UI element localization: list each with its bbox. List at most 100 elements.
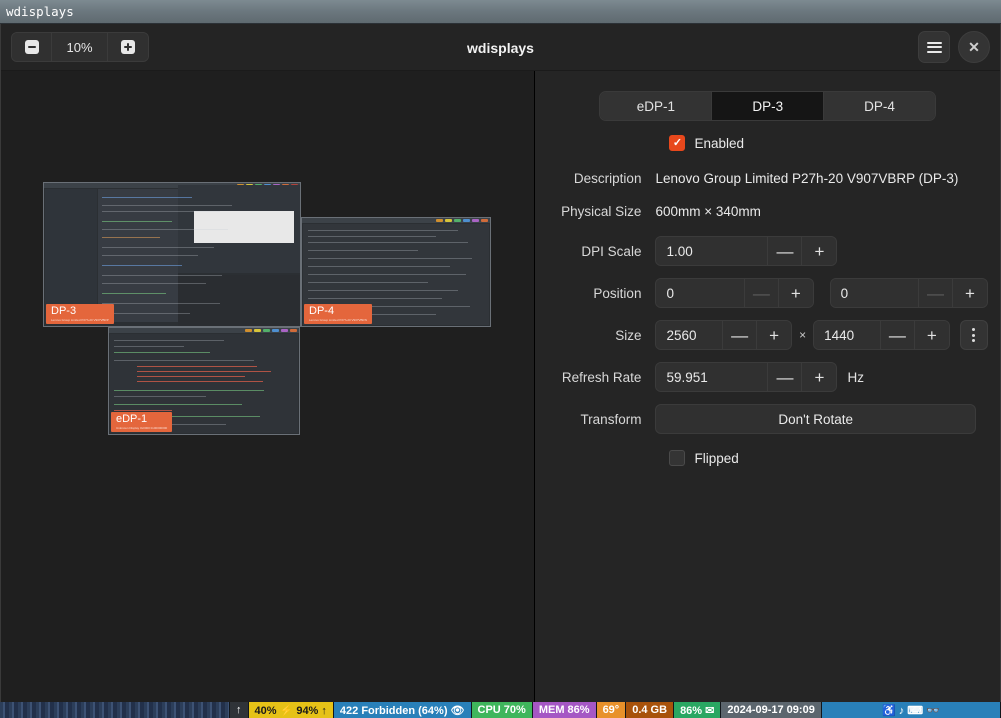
wm-titlebar[interactable]: wdisplays <box>0 0 1001 24</box>
position-y-spinner: 0 — + <box>829 278 988 308</box>
wm-title-text: wdisplays <box>6 4 74 19</box>
enabled-label: Enabled <box>694 135 744 151</box>
hamburger-icon <box>926 41 942 53</box>
refresh-rate-spinner: 59.951 — + <box>655 362 838 392</box>
size-height-spinner: 1440 — + <box>813 320 950 350</box>
size-width-increment-button[interactable]: + <box>757 321 792 349</box>
thumb-editor-sidebar <box>45 189 97 322</box>
check-icon: ✓ <box>672 136 683 149</box>
position-x-input[interactable]: 0 <box>656 279 745 307</box>
plus-circle-icon <box>121 40 135 54</box>
screen-thumb-edp-1[interactable]: eDP-1 Unknown Display 0x0000 0x00000000 <box>108 327 300 435</box>
description-label: Description <box>573 171 642 186</box>
dpi-scale-spinner: 1.00 — + <box>655 236 838 266</box>
taskbar-segment-battery[interactable]: 40% ⚡ 94% ↑ <box>248 702 334 718</box>
transform-row: Transform Don't Rotate <box>547 404 988 434</box>
close-button[interactable]: ✕ <box>958 31 990 63</box>
taskbar-segment-arrow[interactable]: ↑ <box>230 702 249 718</box>
dot <box>972 328 976 331</box>
dot <box>972 339 976 342</box>
position-y-input[interactable]: 0 <box>830 279 919 307</box>
position-y-increment-button[interactable]: + <box>953 279 987 307</box>
dpi-scale-increment-button[interactable]: + <box>802 237 837 265</box>
minus-circle-icon <box>24 40 39 54</box>
header-bar: 10% wdisplays ✕ <box>1 24 1000 71</box>
taskbar-segment-cpu[interactable]: CPU 70% <box>471 702 533 718</box>
size-separator: × <box>799 328 807 342</box>
size-height-increment-button[interactable]: + <box>914 321 949 349</box>
wallpaper-strip <box>0 702 230 718</box>
dot <box>972 333 976 337</box>
zoom-in-button[interactable] <box>108 33 148 61</box>
header-actions: ✕ <box>918 31 990 63</box>
refresh-rate-row: Refresh Rate 59.951 — + Hz <box>547 362 988 392</box>
thumb-titlebar <box>109 328 299 333</box>
physical-size-row: Physical Size 600mm × 340mm <box>547 204 988 219</box>
screen-thumb-dp-4[interactable]: DP-4 Lenovo Group Limited P27h-20 V907VB… <box>301 217 491 327</box>
menu-button[interactable] <box>918 31 950 63</box>
display-settings-pane: eDP-1 DP-3 DP-4 ✓ Enabled Description Le… <box>535 71 1000 702</box>
dpi-scale-label: DPI Scale <box>581 243 642 259</box>
desktop-taskbar: ↑ 40% ⚡ 94% ↑ 422 Forbidden (64%) 👁 CPU … <box>0 702 1001 718</box>
taskbar-segment-temp[interactable]: 69° <box>596 702 627 718</box>
screen-thumb-dp-3[interactable]: DP-3 Lenovo Group Limited P27h-20 V907VB… <box>43 182 301 327</box>
refresh-rate-unit: Hz <box>847 369 864 385</box>
dpi-scale-decrement-button[interactable]: — <box>768 237 803 265</box>
zoom-out-button[interactable] <box>12 33 52 61</box>
taskbar-segment-mem[interactable]: MEM 86% <box>532 702 597 718</box>
thumb-window-dots <box>436 219 488 222</box>
thumb-titlebar <box>302 218 490 223</box>
tab-dp-4[interactable]: DP-4 <box>824 92 935 120</box>
mode-menu-button[interactable] <box>959 320 988 350</box>
taskbar-segment-storage[interactable]: 86% ✉ <box>674 702 722 718</box>
taskbar-segment-disk[interactable]: 0.4 GB <box>626 702 675 718</box>
dpi-scale-row: DPI Scale 1.00 — + <box>547 236 988 266</box>
enabled-checkbox[interactable]: ✓ <box>669 135 686 151</box>
size-label: Size <box>615 327 642 343</box>
refresh-rate-label: Refresh Rate <box>561 369 642 385</box>
output-tabs: eDP-1 DP-3 DP-4 <box>599 91 936 121</box>
body-split: DP-3 Lenovo Group Limited P27h-20 V907VB… <box>1 71 1000 702</box>
transform-dropdown[interactable]: Don't Rotate <box>655 404 976 434</box>
close-icon: ✕ <box>968 39 980 55</box>
flipped-checkbox[interactable] <box>669 450 686 466</box>
size-height-decrement-button[interactable]: — <box>880 321 915 349</box>
enabled-row: ✓ Enabled <box>547 135 988 151</box>
screen-label-edp-1: eDP-1 Unknown Display 0x0000 0x00000000 <box>111 412 173 432</box>
position-x-decrement-button[interactable]: — <box>744 279 779 307</box>
zoom-controls: 10% <box>11 32 149 62</box>
display-arrangement-canvas[interactable]: DP-3 Lenovo Group Limited P27h-20 V907VB… <box>1 71 536 702</box>
description-row: Description Lenovo Group Limited P27h-20… <box>547 171 988 186</box>
position-row: Position 0 — + 0 — + <box>547 278 988 308</box>
physical-size-label: Physical Size <box>561 204 642 219</box>
tab-edp-1[interactable]: eDP-1 <box>600 92 713 120</box>
size-width-spinner: 2560 — + <box>655 320 793 350</box>
size-width-input[interactable]: 2560 <box>656 321 724 349</box>
tab-dp-3[interactable]: DP-3 <box>712 92 825 120</box>
screen-label-dp-3: DP-3 Lenovo Group Limited P27h-20 V907VB… <box>46 304 114 324</box>
flipped-label: Flipped <box>694 450 739 466</box>
size-width-decrement-button[interactable]: — <box>723 321 758 349</box>
physical-size-value: 600mm × 340mm <box>655 204 761 219</box>
refresh-rate-increment-button[interactable]: + <box>802 363 837 391</box>
description-value: Lenovo Group Limited P27h-20 V907VBRP (D… <box>655 171 959 186</box>
taskbar-segment-network[interactable]: 422 Forbidden (64%) 👁 <box>333 702 472 718</box>
position-x-increment-button[interactable]: + <box>778 279 813 307</box>
dpi-scale-input[interactable]: 1.00 <box>656 237 769 265</box>
taskbar-segment-tray[interactable]: ♿ ♪ ⌨ 👓 <box>821 702 1001 718</box>
app-window: 10% wdisplays ✕ DP-3 Lenovo Group Limite… <box>0 24 1001 702</box>
position-x-spinner: 0 — + <box>655 278 814 308</box>
zoom-level-label[interactable]: 10% <box>52 33 108 61</box>
page-title: wdisplays <box>467 39 534 56</box>
thumb-browser-dialog <box>194 211 294 243</box>
position-y-decrement-button[interactable]: — <box>919 279 953 307</box>
screen-label-dp-4: DP-4 Lenovo Group Limited P27h-20 V907VB… <box>304 304 372 324</box>
thumb-window-dots <box>245 329 297 332</box>
taskbar-segment-clock[interactable]: 2024-09-17 09:09 <box>721 702 822 718</box>
refresh-rate-input[interactable]: 59.951 <box>656 363 769 391</box>
transform-label: Transform <box>580 411 642 427</box>
flipped-row: Flipped <box>547 450 988 466</box>
refresh-rate-decrement-button[interactable]: — <box>768 363 803 391</box>
size-row: Size 2560 — + × 1440 — + <box>547 320 988 350</box>
size-height-input[interactable]: 1440 <box>814 321 881 349</box>
